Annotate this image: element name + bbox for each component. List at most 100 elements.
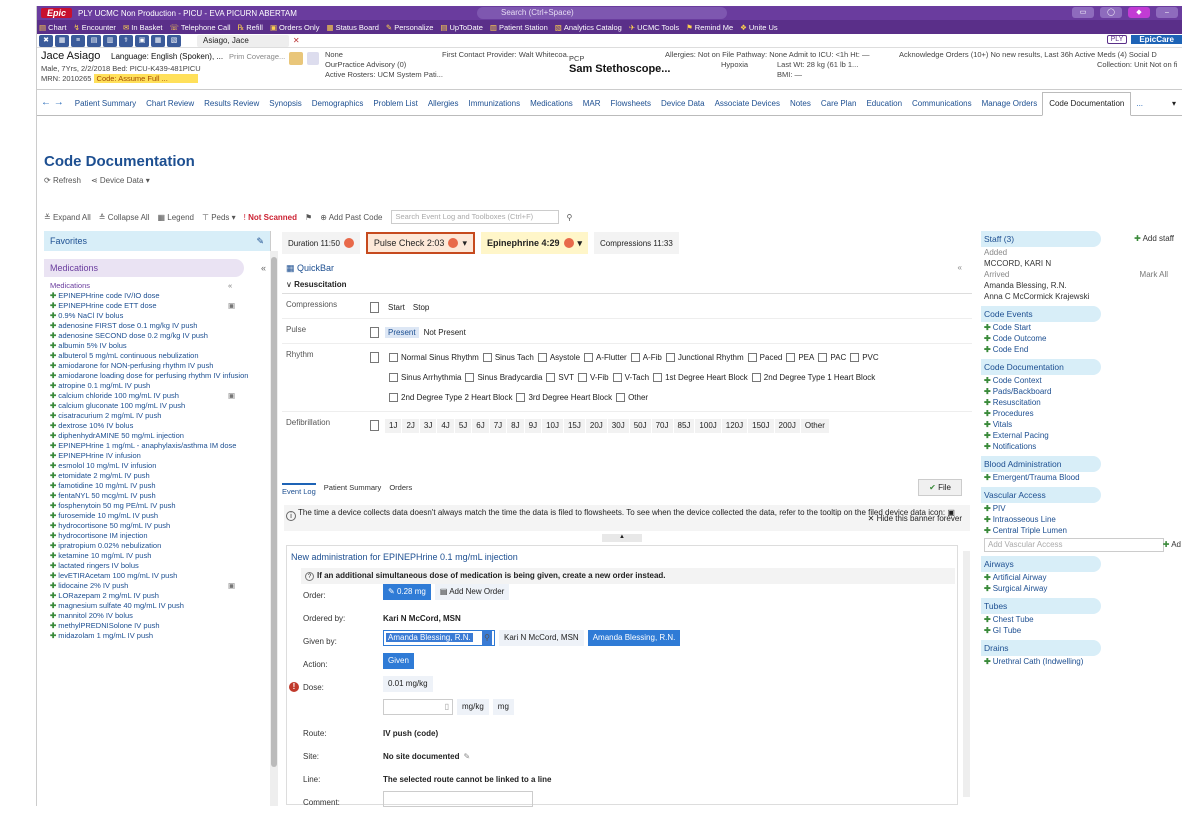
list-item-medication[interactable]: ✚ calcium gluconate 100 mg/mL IV push — [50, 401, 270, 411]
window-button[interactable]: ◯ — [1100, 7, 1122, 18]
toolbox-item-central-triple-lumen[interactable]: ✚ Central Triple Lumen — [981, 525, 1182, 536]
tab-care-plan[interactable]: Care Plan — [816, 99, 862, 115]
medications-header[interactable]: Medications « — [44, 259, 266, 277]
defib-option-5j[interactable]: 5J — [454, 419, 472, 433]
toolbar-icon[interactable]: ⚕ — [119, 34, 133, 47]
legend-button[interactable]: ▦ Legend — [158, 213, 194, 222]
code-status[interactable]: Code: Assume Full ... — [93, 74, 198, 83]
toolbox-item-code-outcome[interactable]: ✚ Code Outcome — [981, 333, 1182, 344]
tab-mar[interactable]: MAR — [578, 99, 606, 115]
given-by-input[interactable]: Amanda Blessing, R.N. ⚲ — [383, 630, 495, 646]
list-item-medication[interactable]: ✚ adenosine SECOND dose 0.2 mg/kg IV push — [50, 331, 270, 341]
checkbox-paced[interactable]: Paced — [744, 353, 782, 363]
tab-medications[interactable]: Medications — [525, 99, 578, 115]
toolbar-icon[interactable]: ≡ — [71, 34, 85, 47]
tab-immunizations[interactable]: Immunizations — [464, 99, 526, 115]
order-icon[interactable]: ▣ — [228, 581, 235, 591]
toolbar-patient-station[interactable]: ▥ Patient Station — [490, 23, 548, 32]
list-item-medication[interactable]: ✚ hydrocortisone IM injection — [50, 531, 270, 541]
peds-button[interactable]: ⊤ Peds ▾ — [202, 213, 236, 222]
add-past-code-button[interactable]: ⊕ Add Past Code — [320, 213, 382, 222]
tab-education[interactable]: Education — [861, 99, 907, 115]
action-given-button[interactable]: Given — [383, 653, 414, 669]
option-stop[interactable]: Stop — [410, 302, 432, 313]
checkbox-v-fib[interactable]: V-Fib — [574, 373, 609, 383]
checkbox-sinus-tach[interactable]: Sinus Tach — [479, 353, 534, 363]
toolbox-item-resuscitation[interactable]: ✚ Resuscitation — [981, 397, 1182, 408]
list-item-medication[interactable]: ✚ fosphenytoin 50 mg PE/mL IV push — [50, 501, 270, 511]
collapse-all-button[interactable]: ≙ Collapse All — [99, 213, 150, 222]
tabs-dropdown-icon[interactable]: ▾ — [1172, 99, 1176, 108]
event-search-input[interactable]: Search Event Log and Toolboxes (Ctrl+F) — [390, 210, 559, 224]
checkbox-a-fib[interactable]: A-Fib — [627, 353, 662, 363]
defib-option-15j[interactable]: 15J — [563, 419, 585, 433]
global-search[interactable]: Search (Ctrl+Space) — [477, 7, 727, 19]
list-item-medication[interactable]: ✚ LORazepam 2 mg/mL IV push — [50, 591, 270, 601]
edit-icon[interactable]: ✎ — [463, 745, 470, 768]
list-item-medication[interactable]: ✚ albuterol 5 mg/mL continuous nebulizati… — [50, 351, 270, 361]
order-dose-button[interactable]: ✎ 0.28 mg — [383, 584, 431, 600]
section-header-drains[interactable]: Drains — [981, 640, 1101, 656]
tab-demographics[interactable]: Demographics — [307, 99, 369, 115]
option-not-present[interactable]: Not Present — [421, 327, 469, 338]
toolbox-item-code-context[interactable]: ✚ Code Context — [981, 375, 1182, 386]
splitter-handle[interactable]: ▲ — [602, 534, 642, 542]
favorites-header[interactable]: Favorites ✎ — [44, 231, 270, 251]
checkbox-sinus-bradycardia[interactable]: Sinus Bradycardia — [461, 373, 542, 383]
section-header-tubes[interactable]: Tubes — [981, 598, 1101, 614]
toolbox-item-pads-backboard[interactable]: ✚ Pads/Backboard — [981, 386, 1182, 397]
checkbox-pea[interactable]: PEA — [782, 353, 814, 363]
duration-timer[interactable]: Duration 11:50 — [282, 232, 360, 254]
back-forward-icon[interactable]: ← → — [39, 97, 70, 115]
toolbox-item-gi-tube[interactable]: ✚ GI Tube — [981, 625, 1182, 636]
option-present[interactable]: Present — [385, 327, 419, 338]
defib-option-9j[interactable]: 9J — [524, 419, 542, 433]
list-item-medication[interactable]: ✚ lactated ringers IV bolus — [50, 561, 270, 571]
tab-results-review[interactable]: Results Review — [199, 99, 264, 115]
toolbox-item-code-end[interactable]: ✚ Code End — [981, 344, 1182, 355]
coverage[interactable]: Prim Coverage... — [229, 52, 285, 61]
acknowledge-orders[interactable]: Acknowledge Orders (10+) No new results,… — [899, 50, 1157, 59]
defib-option-4j[interactable]: 4J — [437, 419, 454, 433]
defib-option-100j[interactable]: 100J — [695, 419, 721, 433]
tab-problem-list[interactable]: Problem List — [368, 99, 422, 115]
toolbar-ucmc-tools[interactable]: ✈ UCMC Tools — [629, 23, 679, 32]
section-header-airways[interactable]: Airways — [981, 556, 1101, 572]
checkbox-pvc[interactable]: PVC — [846, 353, 879, 363]
list-item-medication[interactable]: ✚ dextrose 10% IV bolus — [50, 421, 270, 431]
defib-option-30j[interactable]: 30J — [607, 419, 629, 433]
defib-option-10j[interactable]: 10J — [542, 419, 563, 433]
list-item-medication[interactable]: ✚ EPINEPHrine code IV/IO dose — [50, 291, 270, 301]
defib-option-2j[interactable]: 2J — [402, 419, 419, 433]
close-icon[interactable]: ✕ — [293, 36, 300, 45]
hide-banner-button[interactable]: ✕ Hide this banner forever — [868, 513, 962, 524]
list-item-medication[interactable]: ✚ EPINEPHrine 1 mg/mL - anaphylaxis/asthm… — [50, 441, 270, 451]
minimize-button[interactable]: – — [1156, 7, 1178, 18]
comment-input[interactable] — [383, 791, 533, 807]
defib-option-1j[interactable]: 1J — [385, 419, 402, 433]
collapse-icon[interactable]: « — [958, 263, 962, 272]
tab-synopsis[interactable]: Synopsis — [264, 99, 306, 115]
flag-icon[interactable]: ⚑ — [305, 213, 312, 222]
section-header-events[interactable]: Code Events — [981, 306, 1101, 322]
option-start[interactable]: Start — [385, 302, 408, 313]
toolbox-item-surgical-airway[interactable]: ✚ Surgical Airway — [981, 583, 1182, 594]
list-item-medication[interactable]: ✚ fentaNYL 50 mcg/mL IV push — [50, 491, 270, 501]
form-scrollbar[interactable] — [963, 551, 970, 797]
dropdown-icon[interactable]: ▾ — [578, 238, 583, 249]
toolbox-item-code-start[interactable]: ✚ Code Start — [981, 322, 1182, 333]
toolbar-in-basket[interactable]: ✉ In Basket — [123, 23, 163, 32]
list-item-medication[interactable]: ✚ ipratropium 0.02% nebulization — [50, 541, 270, 551]
list-item-medication[interactable]: ✚ methylPREDNISolone IV push — [50, 621, 270, 631]
allergies[interactable]: Allergies: Not on File Pathway: None Adm… — [665, 50, 869, 60]
left-scrollbar[interactable] — [270, 251, 278, 806]
list-item-medication[interactable]: ✚ albumin 5% IV bolus — [50, 341, 270, 351]
list-item-medication[interactable]: ✚ mannitol 20% IV bolus — [50, 611, 270, 621]
collapse-icon[interactable]: « — [261, 259, 266, 277]
defib-option-7j[interactable]: 7J — [489, 419, 507, 433]
unit-mgkg-button[interactable]: mg/kg — [457, 699, 489, 715]
list-item-medication[interactable]: ✚ calcium chloride 100 mg/mL IV push ▣ — [50, 391, 270, 401]
dropdown-icon[interactable]: ▾ — [462, 238, 467, 249]
checkbox-a-flutter[interactable]: A-Flutter — [580, 353, 627, 363]
tab-chart-review[interactable]: Chart Review — [141, 99, 199, 115]
